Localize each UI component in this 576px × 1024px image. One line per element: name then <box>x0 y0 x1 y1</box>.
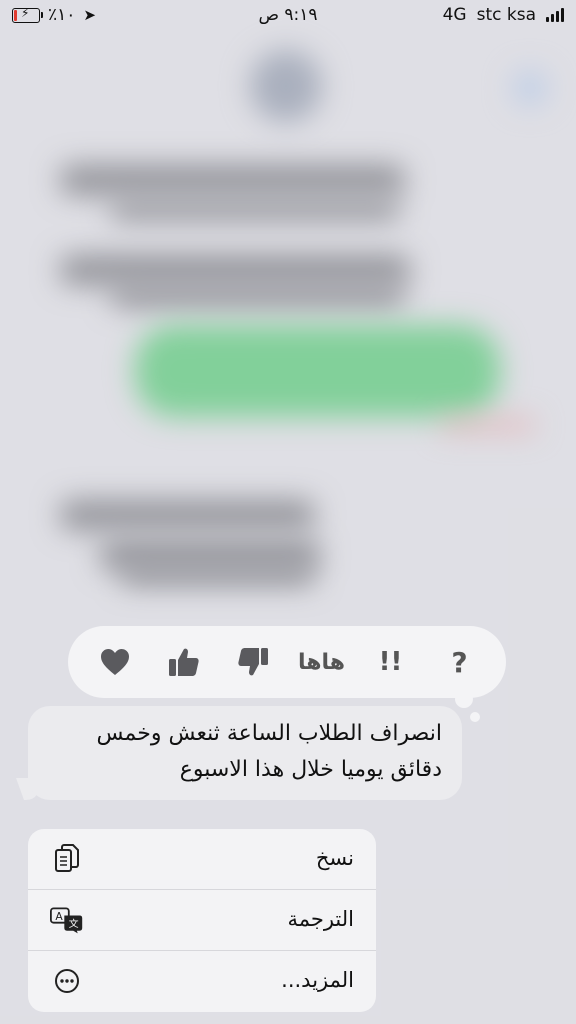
heart-icon[interactable] <box>93 640 137 684</box>
svg-text:文: 文 <box>69 917 79 930</box>
context-menu: نسخ الترجمة A文 المزيد... <box>28 829 376 1012</box>
menu-item-translate[interactable]: الترجمة A文 <box>28 890 376 951</box>
question-reaction[interactable]: ? <box>438 640 482 684</box>
menu-item-copy[interactable]: نسخ <box>28 829 376 890</box>
menu-item-label: الترجمة <box>287 907 354 931</box>
reaction-picker: هاها !! ? <box>68 626 506 698</box>
thumbs-down-icon[interactable] <box>231 640 275 684</box>
exclamation-reaction[interactable]: !! <box>369 640 413 684</box>
message-bubble[interactable]: انصراف الطلاب الساعة ثنعش وخمس دقائق يوم… <box>28 706 462 800</box>
message-line: دقائق يوميا خلال هذا الاسبوع <box>179 757 442 782</box>
more-icon <box>50 966 84 996</box>
menu-item-label: نسخ <box>315 846 354 870</box>
carrier-name: stc ksa <box>476 5 536 25</box>
signal-icon <box>546 8 564 22</box>
menu-item-label: المزيد... <box>281 968 354 992</box>
svg-text:A: A <box>55 910 63 923</box>
thumbs-up-icon[interactable] <box>162 640 206 684</box>
copy-icon <box>50 844 84 874</box>
message-line: انصراف الطلاب الساعة ثنعش وخمس <box>96 721 442 746</box>
haha-reaction[interactable]: هاها <box>298 640 345 684</box>
status-bar: ⚡ ٪١٠ ➤ ٩:١٩ ص 4G stc ksa <box>0 0 576 32</box>
menu-item-more[interactable]: المزيد... <box>28 951 376 1012</box>
translate-icon: A文 <box>50 905 84 935</box>
network-type: 4G <box>442 5 467 25</box>
